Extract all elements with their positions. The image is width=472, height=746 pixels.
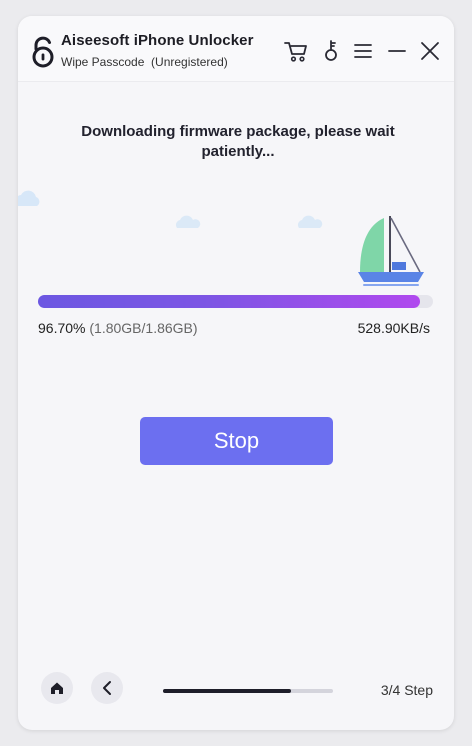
download-progress-bar — [38, 295, 433, 308]
cloud-icon — [175, 215, 201, 228]
app-title: Aiseesoft iPhone Unlocker — [61, 32, 254, 49]
cloud-icon — [297, 215, 323, 228]
step-indicator: 3/4 Step — [380, 682, 433, 698]
step-progress-fill — [163, 689, 291, 693]
download-progress-fill — [38, 295, 420, 308]
downloaded-size: (1.80GB/1.86GB) — [89, 320, 198, 336]
percent-value: 96.70% — [38, 320, 86, 336]
key-icon[interactable] — [317, 38, 345, 64]
cart-icon[interactable] — [282, 38, 310, 64]
cloud-icon — [18, 190, 40, 206]
chevron-left-icon — [103, 681, 111, 695]
back-button[interactable] — [91, 672, 123, 704]
download-status-message: Downloading firmware package, please wai… — [81, 123, 395, 160]
download-percent: 96.70% (1.80GB/1.86GB) — [38, 320, 198, 336]
unlock-logo-icon — [32, 36, 54, 68]
title-bar: Aiseesoft iPhone Unlocker Wipe Passcode … — [18, 16, 454, 82]
menu-icon[interactable] — [349, 38, 377, 64]
app-window: Aiseesoft iPhone Unlocker Wipe Passcode … — [18, 16, 454, 730]
home-icon — [51, 682, 63, 694]
home-button[interactable] — [41, 672, 73, 704]
minimize-icon[interactable] — [383, 38, 411, 64]
close-icon[interactable] — [416, 38, 444, 64]
mode-subtitle: Wipe Passcode (Unregistered) — [61, 55, 228, 69]
download-speed: 528.90KB/s — [357, 320, 430, 336]
step-progress-bar — [163, 689, 333, 693]
sailboat-icon — [358, 216, 424, 286]
stop-button[interactable]: Stop — [140, 417, 333, 465]
